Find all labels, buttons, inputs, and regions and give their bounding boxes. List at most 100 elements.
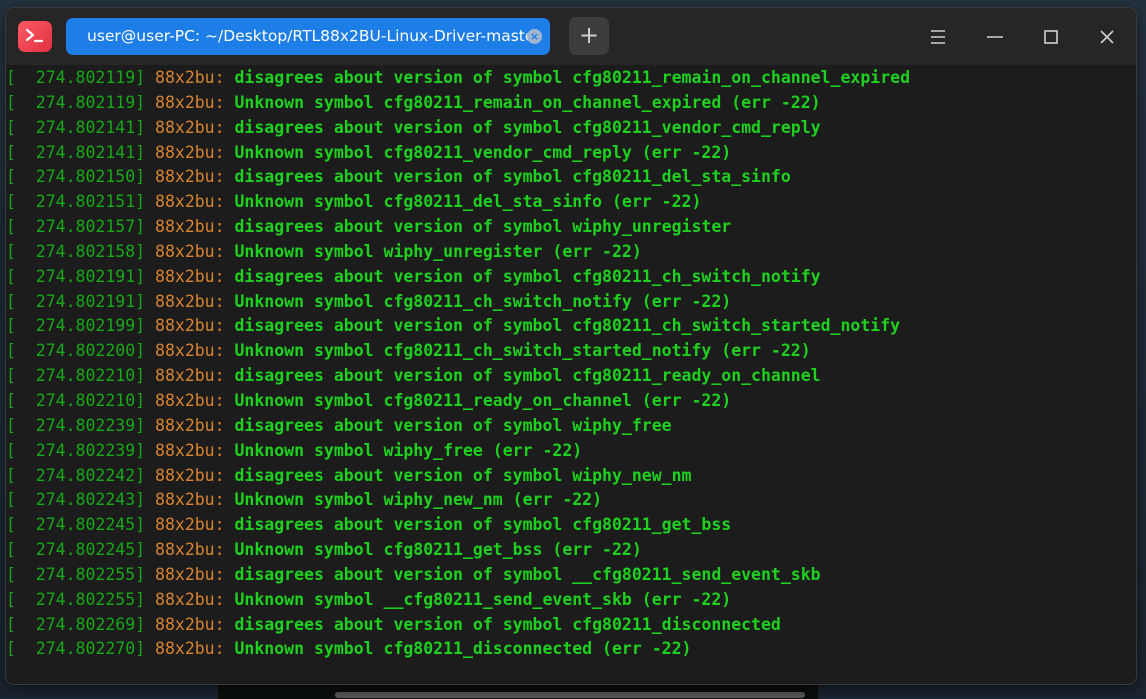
terminal-line: [ 274.802242] 88x2bu: disagrees about ve…	[6, 464, 910, 489]
line-bracket: [	[6, 167, 16, 187]
line-timestamp: 274.802239]	[15, 440, 146, 460]
terminal-line: [ 274.802210] 88x2bu: Unknown symbol cfg…	[6, 389, 910, 414]
line-bracket: [	[6, 639, 16, 659]
new-tab-button[interactable]: +	[569, 17, 609, 55]
line-timestamp: 274.802243]	[15, 490, 146, 510]
title-bar[interactable]: >_ user@user-PC: ~/Desktop/RTL88x2BU-Lin…	[6, 8, 1136, 65]
line-message: Unknown symbol __cfg80211_send_event_skb…	[234, 589, 732, 609]
line-module: 88x2bu:	[155, 92, 225, 112]
line-module: 88x2bu:	[155, 291, 225, 311]
close-icon	[1100, 30, 1114, 44]
line-timestamp: 274.802199]	[15, 316, 146, 336]
menu-button[interactable]	[923, 22, 953, 52]
line-timestamp: 274.802255]	[15, 564, 146, 584]
line-message: Unknown symbol cfg80211_ready_on_channel…	[234, 390, 732, 410]
terminal-line: [ 274.802141] 88x2bu: disagrees about ve…	[6, 116, 910, 141]
terminal-line: [ 274.802151] 88x2bu: Unknown symbol cfg…	[6, 190, 910, 215]
line-timestamp: 274.802141]	[15, 117, 146, 137]
line-timestamp: 274.802242]	[15, 465, 146, 485]
line-timestamp: 274.802119]	[15, 92, 146, 112]
line-bracket: [	[6, 266, 16, 286]
terminal-line: [ 274.802141] 88x2bu: Unknown symbol cfg…	[6, 141, 910, 166]
line-bracket: [	[6, 390, 16, 410]
line-module: 88x2bu:	[155, 515, 225, 535]
minimize-icon	[987, 36, 1003, 38]
line-module: 88x2bu:	[155, 266, 225, 286]
line-timestamp: 274.802210]	[15, 390, 146, 410]
line-message: Unknown symbol wiphy_unregister (err -22…	[234, 241, 642, 261]
line-timestamp: 274.802239]	[15, 415, 146, 435]
line-bracket: [	[6, 241, 16, 261]
terminal-output[interactable]: [ 274.802119] 88x2bu: disagrees about ve…	[6, 65, 1136, 684]
line-timestamp: 274.802191]	[15, 266, 146, 286]
terminal-window: >_ user@user-PC: ~/Desktop/RTL88x2BU-Lin…	[6, 8, 1136, 684]
line-message: disagrees about version of symbol cfg802…	[234, 117, 821, 137]
line-module: 88x2bu:	[155, 415, 225, 435]
line-timestamp: 274.802210]	[15, 366, 146, 386]
line-module: 88x2bu:	[155, 366, 225, 386]
plus-icon: +	[578, 21, 600, 49]
line-timestamp: 274.802157]	[15, 217, 146, 237]
line-module: 88x2bu:	[155, 639, 225, 659]
line-module: 88x2bu:	[155, 490, 225, 510]
terminal-line: [ 274.802239] 88x2bu: disagrees about ve…	[6, 414, 910, 439]
line-message: Unknown symbol cfg80211_get_bss (err -22…	[234, 540, 642, 560]
line-timestamp: 274.802245]	[15, 515, 146, 535]
terminal-line: [ 274.802270] 88x2bu: Unknown symbol cfg…	[6, 637, 910, 662]
line-module: 88x2bu:	[155, 117, 225, 137]
line-bracket: [	[6, 192, 16, 212]
terminal-line: [ 274.802200] 88x2bu: Unknown symbol cfg…	[6, 339, 910, 364]
line-module: 88x2bu:	[155, 316, 225, 336]
close-button[interactable]	[1092, 22, 1122, 52]
line-bracket: [	[6, 564, 16, 584]
terminal-line: [ 274.802119] 88x2bu: Unknown symbol cfg…	[6, 91, 910, 116]
line-message: Unknown symbol cfg80211_vendor_cmd_reply…	[234, 142, 732, 162]
terminal-line: [ 274.802245] 88x2bu: Unknown symbol cfg…	[6, 538, 910, 563]
tab-title: user@user-PC: ~/Desktop/RTL88x2BU-Linux-…	[87, 27, 529, 45]
line-timestamp: 274.802191]	[15, 291, 146, 311]
line-timestamp: 274.802245]	[15, 540, 146, 560]
line-message: disagrees about version of symbol wiphy_…	[234, 217, 732, 237]
terminal-line: [ 274.802191] 88x2bu: Unknown symbol cfg…	[6, 290, 910, 315]
terminal-line: [ 274.802243] 88x2bu: Unknown symbol wip…	[6, 488, 910, 513]
line-message: disagrees about version of symbol cfg802…	[234, 614, 781, 634]
terminal-line: [ 274.802255] 88x2bu: disagrees about ve…	[6, 563, 910, 588]
line-bracket: [	[6, 465, 16, 485]
maximize-icon	[1044, 30, 1058, 44]
line-bracket: [	[6, 490, 16, 510]
line-message: disagrees about version of symbol cfg802…	[234, 266, 821, 286]
line-bracket: [	[6, 217, 16, 237]
line-module: 88x2bu:	[155, 540, 225, 560]
line-module: 88x2bu:	[155, 614, 225, 634]
line-message: Unknown symbol cfg80211_del_sta_sinfo (e…	[234, 192, 702, 212]
line-timestamp: 274.802200]	[15, 341, 146, 361]
hamburger-menu-icon	[931, 30, 945, 44]
line-message: Unknown symbol wiphy_free (err -22)	[234, 440, 583, 460]
terminal-line: [ 274.802255] 88x2bu: Unknown symbol __c…	[6, 588, 910, 613]
line-bracket: [	[6, 142, 16, 162]
minimize-button[interactable]	[980, 22, 1010, 52]
line-message: Unknown symbol cfg80211_ch_switch_starte…	[234, 341, 811, 361]
line-module: 88x2bu:	[155, 68, 225, 87]
line-timestamp: 274.802119]	[15, 68, 146, 87]
line-bracket: [	[6, 316, 16, 336]
tab-terminal[interactable]: user@user-PC: ~/Desktop/RTL88x2BU-Linux-…	[66, 18, 550, 55]
line-timestamp: 274.802269]	[15, 614, 146, 634]
terminal-app-icon[interactable]: >_	[18, 21, 52, 52]
terminal-line: [ 274.802191] 88x2bu: disagrees about ve…	[6, 265, 910, 290]
line-timestamp: 274.802151]	[15, 192, 146, 212]
line-bracket: [	[6, 614, 16, 634]
tab-close-icon[interactable]: ×	[527, 29, 542, 44]
background-scrollbar	[335, 692, 805, 698]
line-module: 88x2bu:	[155, 564, 225, 584]
line-bracket: [	[6, 291, 16, 311]
line-timestamp: 274.802158]	[15, 241, 146, 261]
terminal-lines: [ 274.802119] 88x2bu: disagrees about ve…	[6, 66, 910, 662]
maximize-button[interactable]	[1036, 22, 1066, 52]
line-timestamp: 274.802270]	[15, 639, 146, 659]
line-module: 88x2bu:	[155, 341, 225, 361]
line-bracket: [	[6, 341, 16, 361]
line-message: disagrees about version of symbol cfg802…	[234, 167, 791, 187]
terminal-line: [ 274.802239] 88x2bu: Unknown symbol wip…	[6, 439, 910, 464]
line-bracket: [	[6, 415, 16, 435]
